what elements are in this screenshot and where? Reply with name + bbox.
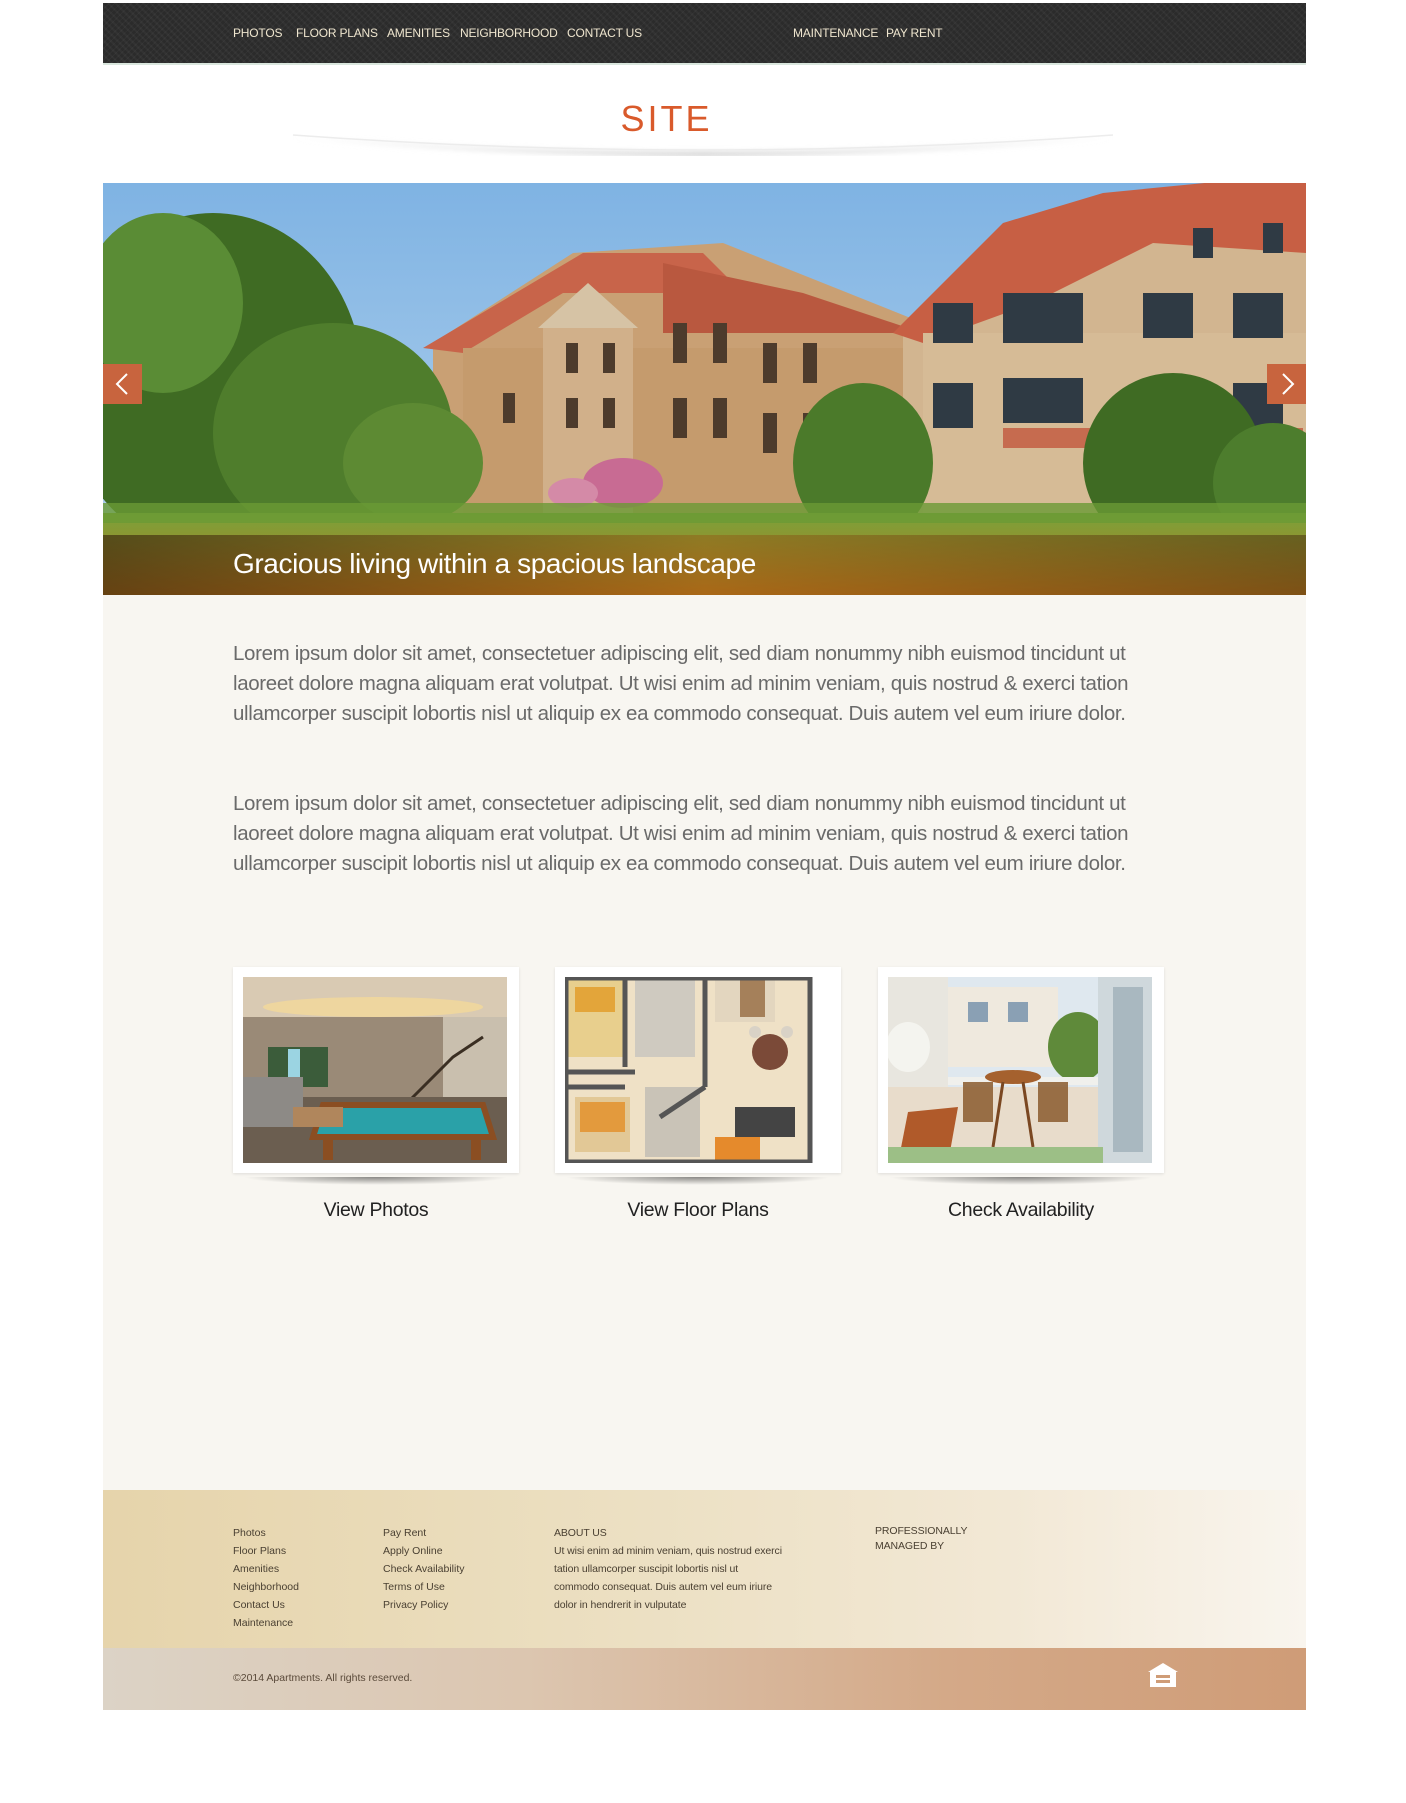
hero-next-button[interactable] — [1267, 364, 1306, 404]
check-availability-link[interactable]: Check Availability — [878, 1199, 1164, 1222]
card-floorplan-frame[interactable] — [555, 967, 841, 1173]
card-shadow — [243, 1177, 509, 1185]
hero-slider: Gracious living within a spacious landsc… — [103, 183, 1306, 595]
floor-plan-image — [565, 977, 829, 1163]
intro-paragraph-2: Lorem ipsum dolor sit amet, consectetuer… — [233, 792, 1129, 875]
photo-clubhouse-image — [243, 977, 507, 1163]
footer-about: ABOUT US Ut wisi enim ad minim veniam, q… — [554, 1524, 784, 1614]
footer-link-maintenance[interactable]: Maintenance — [233, 1614, 299, 1632]
footer-link-amenities[interactable]: Amenities — [233, 1560, 299, 1578]
footer-about-text: Ut wisi enim ad minim veniam, quis nostr… — [554, 1545, 782, 1611]
intro-paragraph-1: Lorem ipsum dolor sit amet, consectetuer… — [233, 642, 1129, 725]
top-nav-bar: PHOTOS FLOOR PLANS AMENITIES NEIGHBORHOO… — [103, 3, 1306, 65]
nav-pay-rent[interactable]: PAY RENT — [886, 26, 943, 40]
main-content: Lorem ipsum dolor sit amet, consectetuer… — [103, 595, 1306, 1490]
card-shadow — [888, 1177, 1154, 1185]
managed-line-2: MANAGED BY — [875, 1540, 945, 1552]
nav-neighborhood[interactable]: NEIGHBORHOOD — [460, 26, 558, 40]
managed-line-1: PROFESSIONALLY — [875, 1525, 968, 1537]
equal-housing-icon — [1148, 1663, 1178, 1687]
balcony-image — [888, 977, 1152, 1163]
card-availability-frame[interactable] — [878, 967, 1164, 1173]
footer-links-col-1: Photos Floor Plans Amenities Neighborhoo… — [233, 1524, 299, 1632]
footer-link-photos[interactable]: Photos — [233, 1524, 299, 1542]
header-arc-divider — [292, 134, 1114, 157]
footer-link-check-availability[interactable]: Check Availability — [383, 1560, 465, 1578]
hero-caption-text: Gracious living within a spacious landsc… — [233, 548, 756, 579]
chevron-right-icon — [1282, 373, 1295, 395]
view-photos-link[interactable]: View Photos — [233, 1199, 519, 1222]
footer: Photos Floor Plans Amenities Neighborhoo… — [103, 1490, 1306, 1648]
nav-maintenance[interactable]: MAINTENANCE — [793, 26, 878, 40]
card-photo-frame[interactable] — [233, 967, 519, 1173]
footer-link-contact-us[interactable]: Contact Us — [233, 1596, 299, 1614]
chevron-left-icon — [115, 373, 128, 395]
footer-links-col-2: Pay Rent Apply Online Check Availability… — [383, 1524, 465, 1614]
footer-link-neighborhood[interactable]: Neighborhood — [233, 1578, 299, 1596]
footer-link-floor-plans[interactable]: Floor Plans — [233, 1542, 299, 1560]
nav-amenities[interactable]: AMENITIES — [387, 26, 450, 40]
copyright-bar: ©2014 Apartments. All rights reserved. — [103, 1648, 1306, 1710]
nav-photos[interactable]: PHOTOS — [233, 26, 282, 40]
footer-link-pay-rent[interactable]: Pay Rent — [383, 1524, 465, 1542]
copyright-text: ©2014 Apartments. All rights reserved. — [233, 1672, 413, 1684]
nav-floor-plans[interactable]: FLOOR PLANS — [296, 26, 378, 40]
nav-contact-us[interactable]: CONTACT US — [567, 26, 642, 40]
card-shadow — [565, 1177, 831, 1185]
hero-image-apartments — [103, 183, 1306, 595]
footer-link-apply-online[interactable]: Apply Online — [383, 1542, 465, 1560]
hero-caption-bar: Gracious living within a spacious landsc… — [103, 535, 1306, 595]
footer-link-terms-of-use[interactable]: Terms of Use — [383, 1578, 465, 1596]
footer-managed-by: PROFESSIONALLY MANAGED BY — [875, 1524, 967, 1554]
view-floor-plans-link[interactable]: View Floor Plans — [555, 1199, 841, 1222]
footer-link-privacy-policy[interactable]: Privacy Policy — [383, 1596, 465, 1614]
hero-prev-button[interactable] — [103, 364, 142, 404]
footer-about-heading: ABOUT US — [554, 1527, 607, 1539]
